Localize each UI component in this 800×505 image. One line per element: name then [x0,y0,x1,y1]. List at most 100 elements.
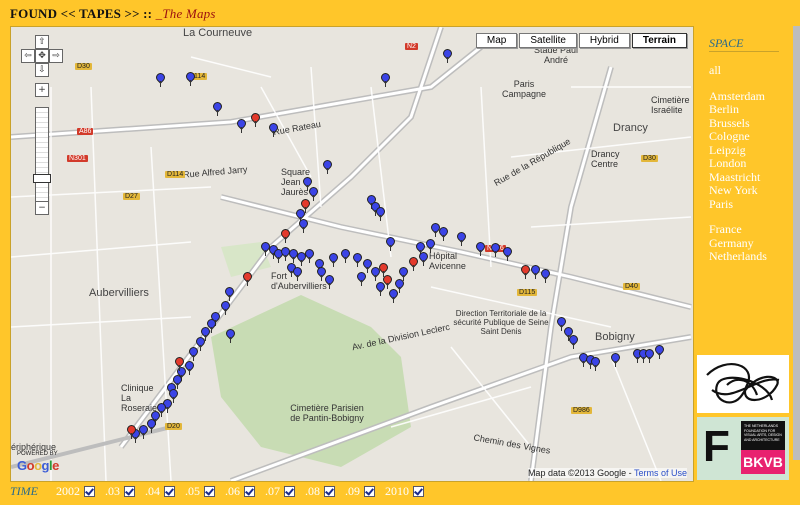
country-link-netherlands[interactable]: Netherlands [709,249,779,264]
google-logo: Google [17,458,59,473]
map-label: Paris Campagne [501,79,547,99]
map-marker-stem [135,437,136,443]
map-marker-stem [255,121,256,127]
time-heading: TIME [10,484,38,498]
city-link-london[interactable]: London [709,156,779,171]
city-link-leipzig[interactable]: Leipzig [709,143,779,158]
map-marker-stem [390,245,391,251]
powered-by-google[interactable]: POWERED BY Google [17,451,59,475]
map-marker-stem [265,250,266,256]
map-label: Drancy Centre [591,149,620,169]
year-label: 2010 [385,484,409,498]
year-filter-2007: .07 [265,484,295,499]
year-filter-2003: .03 [105,484,135,499]
city-link-berlin[interactable]: Berlin [709,102,779,117]
pan-down-icon[interactable]: ⇩ [35,63,49,77]
map-marker-stem [357,261,358,267]
space-filter: SPACE all Amsterdam Berlin Brussels Colo… [709,36,779,264]
map-label: Hôpital Avicenne [429,251,466,271]
copyright-text: Map data ©2013 Google [527,468,627,478]
city-link-new-york[interactable]: New York [709,183,779,198]
year-checkbox[interactable] [204,486,215,497]
page-title: FOUND << TAPES >> :: _The Maps [10,6,216,22]
map-marker-stem [321,275,322,281]
road-sign: D114 [165,171,186,178]
year-filter-2006: .06 [225,484,255,499]
zoom-out-button[interactable]: − [35,201,49,215]
zoom-in-button[interactable]: + [35,83,49,97]
time-filter: TIME 2002 .03 .04 .05 .06 .07 .08 .09 20… [10,484,434,499]
year-checkbox[interactable] [324,486,335,497]
found-tapes-scribble-logo[interactable] [697,355,789,413]
year-filter-2009: .09 [345,484,375,499]
map-marker-stem [278,257,279,263]
year-checkbox[interactable] [84,486,95,497]
map-marker-stem [413,265,414,271]
year-label: 2002 [56,484,80,498]
map-marker-stem [561,325,562,331]
map-type-terrain-button[interactable]: Terrain [631,33,687,48]
map-view[interactable]: La Courneuve Stade Paul André Paris Camp… [10,26,694,482]
map-label: Cimetière Parisien de Pantin-Bobigny [290,403,364,423]
map-marker-stem [179,365,180,371]
space-all-link[interactable]: all [709,63,779,78]
page-scrollbar[interactable] [793,26,800,460]
map-type-map-button[interactable]: Map [475,33,518,48]
road-sign: N2 [405,43,418,50]
map-marker-stem [423,260,424,266]
country-link-france[interactable]: France [709,222,779,237]
map-marker-stem [329,283,330,289]
country-link-germany[interactable]: Germany [709,236,779,251]
map-label: Cimetière Israélite [651,95,690,115]
map-type-satellite-button[interactable]: Satellite [519,33,577,48]
year-checkbox[interactable] [164,486,175,497]
year-label: .03 [105,484,120,498]
map-marker-stem [301,260,302,266]
zoom-slider[interactable] [33,107,51,209]
map-label: Stade Paul André [533,45,579,65]
map-marker-stem [161,411,162,417]
pan-right-icon[interactable]: ⇨ [49,49,63,63]
pan-left-icon[interactable]: ⇦ [21,49,35,63]
map-type-hybrid-button[interactable]: Hybrid [578,33,630,48]
bkvb-wordmark: BKVB [741,450,785,474]
map-marker-stem [211,327,212,333]
zoom-slider-knob[interactable] [33,174,51,183]
year-checkbox[interactable] [364,486,375,497]
year-checkbox[interactable] [124,486,135,497]
map-marker-stem [333,261,334,267]
pan-center-icon[interactable]: ✥ [35,49,49,63]
road-sign: D27 [123,193,140,200]
map-marker-stem [285,237,286,243]
map-marker-stem [200,345,201,351]
city-link-brussels[interactable]: Brussels [709,116,779,131]
road-sign: D986 [571,407,592,414]
city-link-maastricht[interactable]: Maastricht [709,170,779,185]
map-label: Aubervilliers [89,287,149,299]
year-checkbox[interactable] [413,486,424,497]
map-marker-stem [177,383,178,389]
year-checkbox[interactable] [284,486,295,497]
map-marker-stem [649,357,650,363]
map-marker-stem [247,280,248,286]
map-marker-stem [297,275,298,281]
map-marker-stem [435,231,436,237]
title-subtitle: _The Maps [155,6,216,21]
terms-of-use-link[interactable]: Terms of Use [634,468,687,478]
road-sign: D20 [165,423,182,430]
road-sign: N301 [67,155,88,162]
bkvb-logo[interactable]: F THE NETHERLANDS FOUNDATION FOR VISUAL … [697,417,789,480]
pan-up-icon[interactable]: ⇧ [35,35,49,49]
city-link-amsterdam[interactable]: Amsterdam [709,89,779,104]
map-marker-stem [143,433,144,439]
map-marker-stem [327,168,328,174]
city-link-paris[interactable]: Paris [709,197,779,212]
year-checkbox[interactable] [244,486,255,497]
road-sign: D30 [641,155,658,162]
map-marker-stem [380,290,381,296]
map-marker-stem [573,343,574,349]
map-marker-stem [385,81,386,87]
map-marker-stem [160,81,161,87]
map-marker-stem [131,433,132,439]
city-link-cologne[interactable]: Cologne [709,129,779,144]
